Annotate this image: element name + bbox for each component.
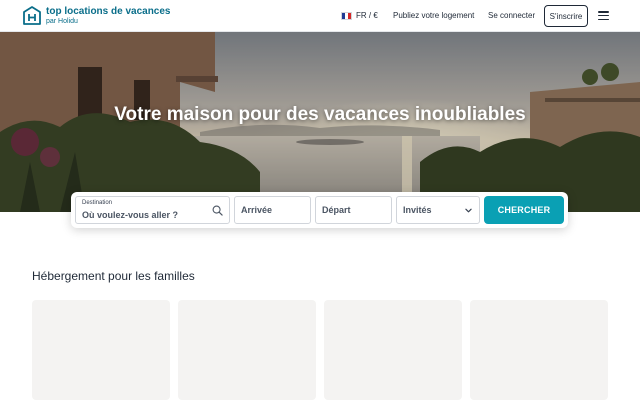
destination-input[interactable]: Où voulez-vous aller ?	[82, 210, 178, 220]
property-card-3[interactable]	[324, 300, 462, 400]
destination-label: Destination	[82, 200, 113, 206]
hero-title: Votre maison pour des vacances inoubliab…	[114, 104, 526, 125]
departure-label: Départ	[322, 205, 351, 215]
language-currency-label: FR / €	[356, 11, 378, 20]
departure-date-field[interactable]: Départ	[315, 196, 392, 224]
destination-field[interactable]: Destination Où voulez-vous aller ?	[75, 196, 230, 224]
guests-dropdown[interactable]: Invités	[396, 196, 480, 224]
property-card-4[interactable]	[470, 300, 608, 400]
search-submit-button[interactable]: CHERCHER	[484, 196, 564, 224]
france-flag-icon	[341, 11, 352, 20]
brand-name: top locations de vacances	[46, 6, 171, 17]
search-icon	[212, 205, 223, 216]
brand[interactable]: top locations de vacances par Holidu	[46, 6, 171, 26]
search-bar: Destination Où voulez-vous aller ? Arriv…	[71, 192, 568, 228]
property-card-2[interactable]	[178, 300, 316, 400]
arrival-label: Arrivée	[241, 205, 273, 215]
language-currency-selector[interactable]: FR / €	[341, 11, 378, 20]
property-card-1[interactable]	[32, 300, 170, 400]
signup-button[interactable]: S'inscrire	[544, 5, 588, 27]
hero-banner: Votre maison pour des vacances inoubliab…	[0, 32, 640, 212]
section-title: Hébergement pour les familles	[32, 269, 195, 283]
guests-label: Invités	[403, 205, 432, 215]
publish-listing-link[interactable]: Publiez votre logement	[393, 11, 474, 20]
arrival-date-field[interactable]: Arrivée	[234, 196, 311, 224]
hamburger-menu-icon[interactable]	[598, 11, 609, 20]
brand-subtitle: par Holidu	[46, 18, 78, 25]
chevron-down-icon	[465, 208, 472, 213]
site-header: top locations de vacances par Holidu FR …	[0, 0, 640, 32]
login-link[interactable]: Se connecter	[488, 11, 535, 20]
house-logo-icon[interactable]	[23, 6, 41, 26]
